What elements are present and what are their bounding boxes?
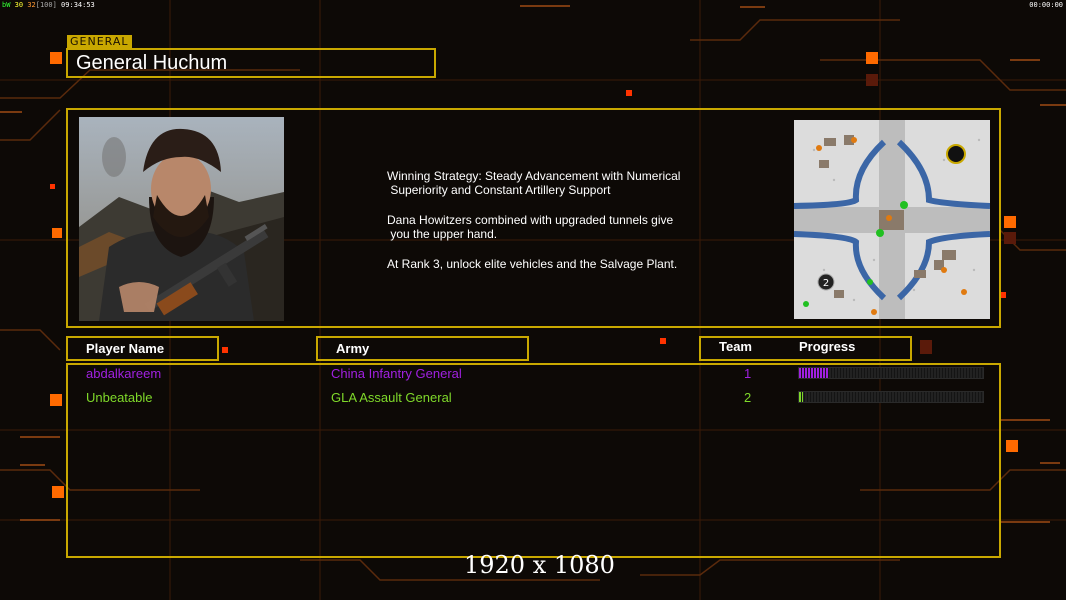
row-progress-bar [798, 391, 984, 403]
general-description: Winning Strategy: Steady Advancement wit… [387, 169, 747, 287]
header-army: Army [316, 336, 529, 361]
hud-timer: 00:00:00 [1029, 1, 1063, 9]
row-progress-bar [798, 367, 984, 379]
row-progress-fill [799, 392, 803, 402]
header-army-label: Army [336, 341, 370, 356]
row-player-name: abdalkareem [86, 366, 162, 381]
hud-val: 32 [27, 1, 36, 9]
row-team: 1 [744, 366, 752, 381]
row-progress-fill [799, 368, 829, 378]
hud-fps: 30 [14, 1, 24, 9]
general-portrait [79, 117, 284, 321]
resolution-label: 1920 x 1080 [464, 551, 615, 579]
row-army: China Infantry General [331, 366, 462, 381]
header-player-name: Player Name [66, 336, 219, 361]
tip2-line: At Rank 3, unlock elite vehicles and the… [387, 257, 678, 271]
tip1-line-1: Dana Howitzers combined with upgraded tu… [387, 213, 674, 227]
hud-br: [100] [35, 1, 57, 9]
strategy-line-1: Winning Strategy: Steady Advancement wit… [387, 169, 681, 183]
general-name: General Huchum [76, 52, 228, 74]
header-progress-label: Progress [799, 339, 856, 354]
minimap-player-marker: 2 [823, 278, 829, 289]
hud-bw: bW [2, 1, 11, 9]
strategy-line-2: Superiority and Constant Artillery Suppo… [390, 183, 611, 197]
general-title-box: General Huchum [66, 48, 436, 78]
row-army: GLA Assault General [331, 390, 452, 405]
header-player-label: Player Name [86, 341, 165, 356]
hud-clock: 09:34:53 [61, 1, 95, 9]
minimap: 2 [794, 120, 990, 319]
row-player-name: Unbeatable [86, 390, 153, 405]
header-team-progress: Team Progress [699, 336, 912, 361]
header-team-label: Team [719, 339, 752, 354]
tip1-line-2: you the upper hand. [390, 227, 498, 241]
general-tag: GENERAL [67, 35, 132, 48]
row-team: 2 [744, 390, 752, 405]
hud-stats: bW 30 32[100] 09:34:53 [2, 1, 95, 9]
